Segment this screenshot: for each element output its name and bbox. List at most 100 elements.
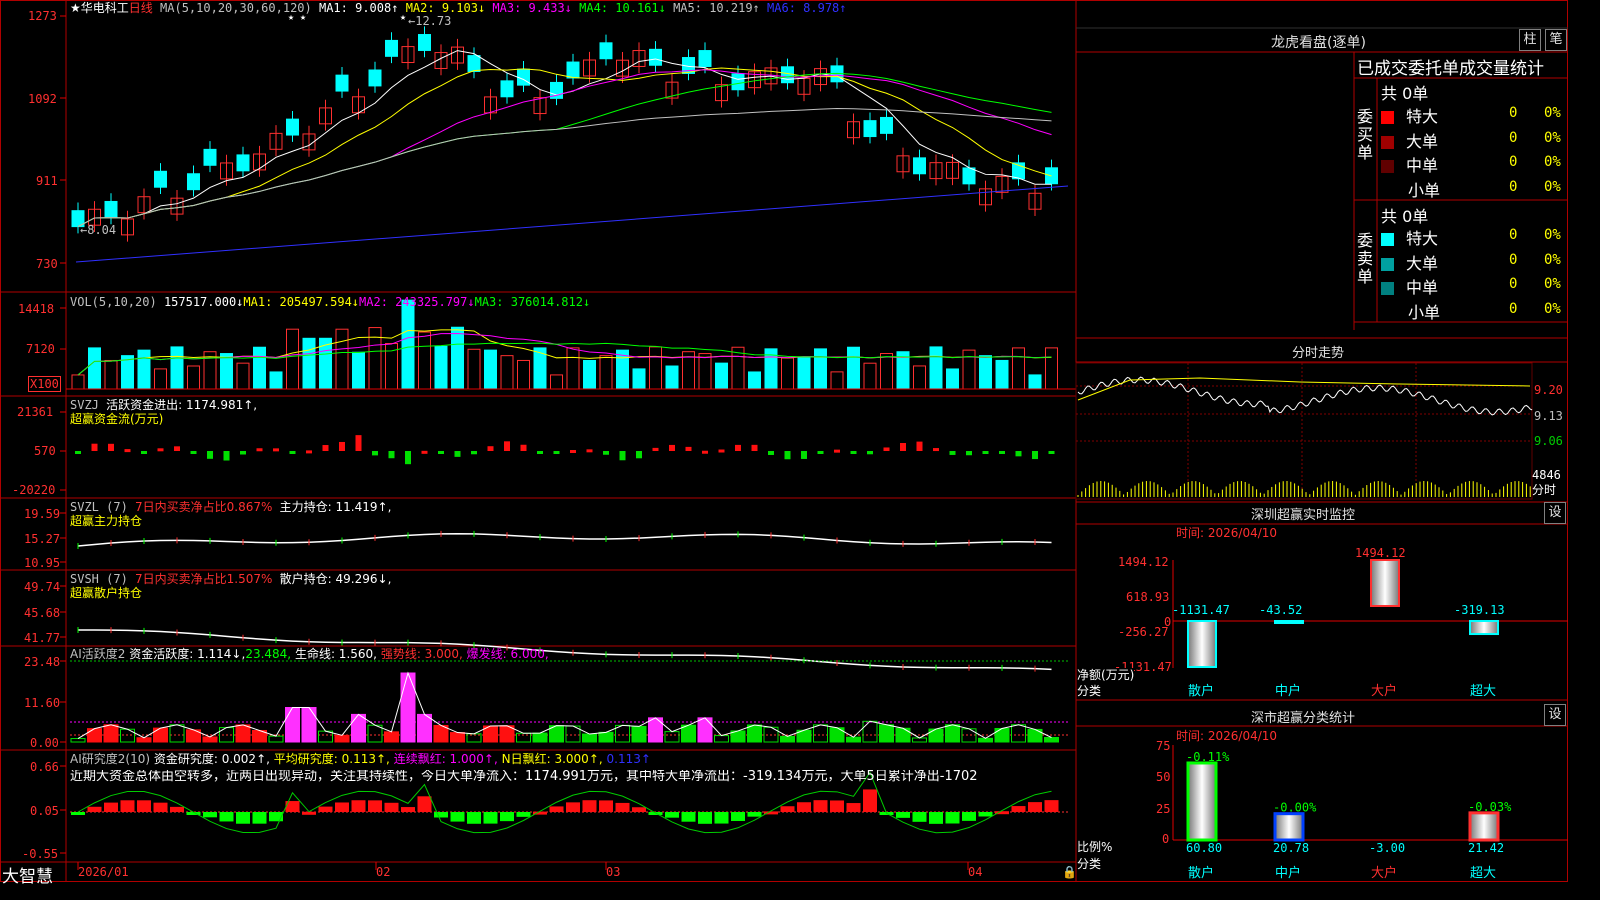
period-label[interactable]: 日线: [129, 1, 153, 15]
capital-flow-bar: [141, 451, 147, 454]
vol-tick: 7120: [26, 342, 55, 356]
kline-candle: [154, 170, 167, 188]
order-count: 0: [1509, 129, 1518, 146]
activity-bar: [598, 731, 614, 743]
sz-monitor-settings-button[interactable]: 设: [1544, 502, 1566, 524]
research-bar: [896, 812, 910, 818]
capital-flow-bar: [669, 444, 675, 451]
vol-unit-button[interactable]: X100: [28, 376, 61, 392]
svsh-tick: 45.68: [24, 606, 61, 620]
price-tick: 730: [36, 257, 58, 271]
ai-research-header: AI研究度2(10) 资金研究度: 0.002↑, 平均研究度: 0.113↑,…: [70, 752, 651, 766]
volume-bar: [88, 347, 101, 390]
capital-flow-bar: [784, 451, 791, 460]
order-count: 0: [1509, 178, 1518, 195]
sell-side-label: 委卖单: [1357, 231, 1374, 286]
capital-flow-bar: [504, 441, 510, 451]
volume-bar: [863, 362, 877, 390]
activity-bar: [153, 727, 168, 743]
volume-bar: [995, 359, 1009, 390]
volume-bar: [434, 345, 448, 390]
capital-flow-bar: [702, 450, 708, 454]
activity-bar: [1044, 737, 1059, 743]
buy-row-3: 小单 0 0%: [1381, 177, 1567, 201]
class-bar: [1186, 761, 1218, 842]
activity-bar: [235, 724, 251, 743]
kline-candle: [286, 118, 299, 136]
research-bar: [153, 802, 168, 812]
research-bar: [632, 807, 646, 812]
svzl-tick: 10.95: [24, 556, 61, 570]
lock-icon[interactable]: 🔒: [1062, 865, 1077, 879]
kline-candle: [187, 173, 200, 191]
volume-bar: [781, 357, 794, 390]
kline-candle: [418, 34, 431, 51]
ai-research-streak: 连续飘红: 1.000↑,: [393, 752, 498, 766]
research-bar: [71, 812, 85, 815]
intraday-title: 分时走势: [1292, 346, 1345, 361]
volume-bar: [748, 371, 761, 390]
legend-swatch-icon: [1381, 160, 1394, 173]
bar-mode-button[interactable]: 柱: [1519, 29, 1541, 51]
research-bar: [318, 806, 333, 812]
ma-line: [77, 108, 1052, 228]
volume-bar: [550, 374, 563, 390]
vol-header: VOL(5,10,20) 157517.000↓MA1: 205497.594↓…: [70, 295, 590, 309]
order-count: 0: [1509, 251, 1518, 268]
svsh-title: 超赢散户持仓: [70, 586, 143, 600]
sz-class-settings-button[interactable]: 设: [1544, 704, 1566, 726]
order-percent: 0%: [1544, 129, 1561, 146]
pen-mode-button[interactable]: 笔: [1545, 29, 1567, 51]
svzl-title: 超赢主力持仓: [70, 514, 143, 528]
order-size-label: 中单: [1406, 156, 1439, 175]
ma-line: [77, 72, 1052, 228]
date-tick: 04: [968, 865, 983, 879]
dragon-panel-title: 龙虎看盘(逐单): [1271, 35, 1366, 51]
capital-flow-bar: [124, 449, 131, 453]
class-top-label: -0.11%: [1186, 750, 1230, 764]
class-value-label: 20.78: [1273, 841, 1309, 855]
capital-flow-bar: [1032, 451, 1038, 460]
sell-row-1: 大单 0 0%: [1381, 250, 1567, 274]
capital-flow-bar: [735, 444, 741, 451]
research-bar: [417, 796, 432, 812]
dragon-tab-volume[interactable]: 已成交委托单成交量统计: [1357, 54, 1544, 79]
volume-bar: [500, 355, 514, 390]
activity-bar: [664, 731, 680, 743]
activity-bar: [895, 727, 911, 743]
research-bar: [483, 812, 498, 824]
capital-flow-bar: [949, 451, 956, 455]
research-bar: [797, 802, 811, 812]
capital-flow-bar: [933, 448, 939, 452]
research-bar: [945, 812, 960, 824]
sz-monitor-tick: -256.27: [1118, 625, 1169, 639]
activity-bar: [268, 735, 284, 743]
ma-line: [77, 67, 1052, 228]
capital-flow-bar: [223, 451, 230, 461]
svzl-label: SVZL (7): [70, 500, 128, 514]
chart-canvas[interactable]: ★ ★ ★-1131.47散户-43.52中户1494.12大户-319.13超大…: [0, 0, 1568, 882]
ai-active-tick: 23.48: [24, 655, 61, 669]
svzl-value: 主力持仓: 11.419↑,: [279, 500, 392, 514]
ai-research-ndays: N日飘红: 3.000↑,: [501, 752, 603, 766]
legend-swatch-icon: [1381, 282, 1394, 295]
research-bar: [450, 812, 465, 822]
legend-swatch-icon: [1381, 183, 1396, 199]
capital-flow-bar: [289, 451, 296, 454]
research-bar: [846, 803, 861, 812]
order-size-label: 中单: [1406, 278, 1439, 297]
research-bar: [236, 812, 250, 824]
order-size-label: 小单: [1408, 302, 1441, 322]
vol-tick: 14418: [18, 302, 55, 316]
capital-flow-bar: [190, 451, 197, 454]
net-flow-bar: [1370, 559, 1400, 607]
activity-bar: [70, 738, 86, 743]
category-label: 大户: [1371, 865, 1397, 881]
capital-flow-bar: [421, 450, 428, 454]
svzj-header: SVZJ 活跃资金进出: 1174.981↑,: [70, 398, 257, 412]
capital-flow-bar: [157, 448, 164, 452]
order-size-label: 大单: [1406, 253, 1439, 273]
ma5-value: MA5: 10.219↑: [673, 1, 760, 15]
activity-bar: [780, 735, 795, 743]
intraday-vol-tick: 4846: [1532, 468, 1561, 482]
